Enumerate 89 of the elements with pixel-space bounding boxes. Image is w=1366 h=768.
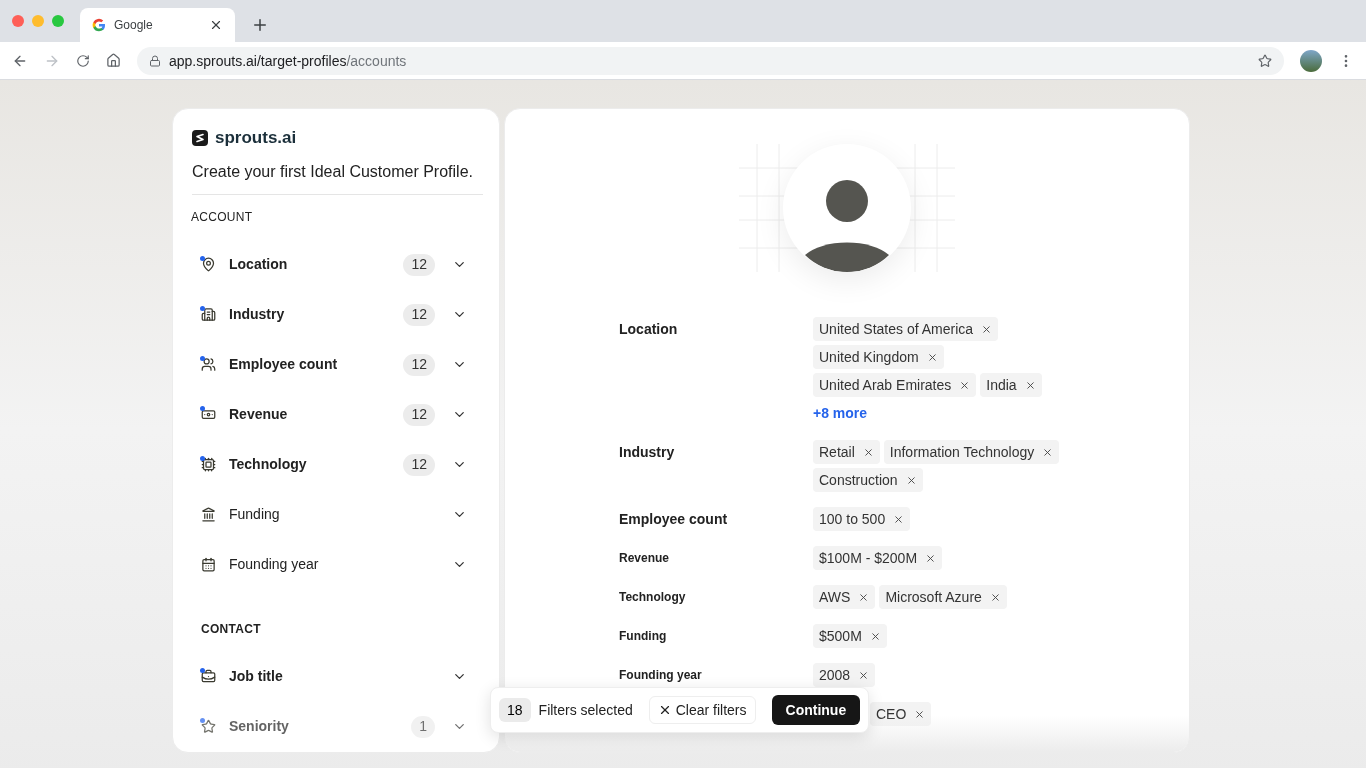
building-icon [201, 306, 216, 322]
bookmark-star-icon[interactable] [1258, 53, 1272, 68]
chip-text: United States of America [819, 319, 974, 339]
people-icon [201, 356, 216, 372]
star-icon [201, 718, 216, 734]
chip-text: Retail [819, 442, 855, 462]
chip-text: India [986, 375, 1017, 395]
profile-avatar[interactable] [1300, 49, 1322, 72]
remove-icon[interactable] [858, 669, 870, 681]
filter-item[interactable]: Industry 12 [191, 289, 485, 340]
chip-text: 100 to 500 [819, 509, 886, 529]
filter-row-label: Funding [619, 628, 667, 645]
remove-icon[interactable] [862, 446, 874, 458]
remove-icon[interactable] [981, 323, 993, 335]
filter-row-label: Location [619, 319, 678, 339]
filter-label: Seniority [229, 717, 290, 736]
count-badge: 1 [411, 715, 435, 738]
url-text: app.sprouts.ai/target-profiles/accounts [169, 51, 408, 71]
calendar-icon [201, 556, 216, 572]
remove-icon[interactable] [905, 474, 917, 486]
remove-icon[interactable] [858, 591, 870, 603]
filter-label: Revenue [229, 405, 289, 424]
remove-icon[interactable] [914, 708, 926, 720]
count-badge: 12 [403, 303, 435, 326]
lock-icon [149, 54, 161, 67]
filter-label: Job title [229, 667, 284, 686]
filter-label: Industry [229, 305, 286, 324]
filter-label: Technology [229, 455, 308, 474]
filter-row-label: Founding year [619, 667, 702, 684]
chip-text: Construction [819, 470, 898, 490]
section-title: CONTACT [201, 620, 262, 637]
address-bar[interactable]: app.sprouts.ai/target-profiles/accounts [137, 46, 1284, 75]
selection-text: Filters selected [538, 700, 633, 720]
remove-icon[interactable] [925, 552, 937, 564]
filter-item[interactable]: Job title [191, 651, 485, 702]
filter-label: Founding year [229, 555, 320, 574]
filter-item[interactable]: Location 12 [191, 239, 485, 290]
brand-logo-icon [192, 129, 208, 146]
browser-tab[interactable]: Google [80, 8, 235, 42]
chip-text: $100M - $200M [819, 548, 918, 568]
filter-item[interactable]: Seniority 1 [191, 701, 485, 752]
close-tab-icon[interactable] [209, 18, 223, 32]
briefcase-icon [201, 668, 216, 684]
chip-icon [201, 456, 216, 472]
remove-icon[interactable] [1024, 379, 1036, 391]
remove-icon[interactable] [893, 513, 905, 525]
brand-name: sprouts.ai [215, 127, 297, 149]
filter-label: Employee count [229, 355, 339, 374]
chip-text: AWS [819, 587, 851, 607]
chip-text: United Kingdom [819, 347, 919, 367]
chip-text: Information Technology [889, 442, 1035, 462]
section-title: ACCOUNT [191, 208, 254, 225]
remove-icon[interactable] [869, 630, 881, 642]
filter-label: Funding [229, 505, 281, 524]
filter-row-label: Employee count [619, 509, 728, 529]
remove-icon[interactable] [959, 379, 971, 391]
count-badge: 12 [403, 253, 435, 276]
filter-item[interactable]: Technology 12 [191, 439, 485, 490]
reload-icon[interactable] [76, 53, 90, 68]
filter-row-label: Industry [619, 442, 675, 462]
continue-button[interactable]: Continue [771, 695, 861, 725]
remove-icon[interactable] [926, 351, 938, 363]
chip-text: Microsoft Azure [885, 587, 982, 607]
google-logo-icon [92, 18, 106, 32]
more-link[interactable]: +8 more [813, 401, 1073, 425]
remove-icon[interactable] [989, 591, 1001, 603]
home-icon[interactable] [106, 53, 121, 68]
filter-row-label: Revenue [619, 550, 670, 567]
count-badge: 18 [499, 698, 531, 722]
remove-icon[interactable] [1042, 446, 1054, 458]
filter-item[interactable]: Founding year [191, 539, 485, 590]
tab-title: Google [114, 17, 154, 33]
map-pin-icon [201, 256, 216, 272]
clear-filters-button[interactable]: Clear filters [648, 696, 756, 724]
chip-text: $500M [819, 626, 862, 646]
chip-text: 2008 [819, 665, 851, 685]
count-badge: 12 [403, 403, 435, 426]
count-badge: 12 [403, 353, 435, 376]
count-badge: 12 [403, 453, 435, 476]
filter-item[interactable]: Employee count 12 [191, 339, 485, 390]
chip-text: United Arab Emirates [819, 375, 952, 395]
chip-text: CEO [876, 704, 907, 724]
filter-item[interactable]: Funding [191, 489, 485, 540]
bank-icon [201, 506, 216, 522]
filter-item[interactable]: Revenue 12 [191, 389, 485, 440]
sidebar-heading: Create your first Ideal Customer Profile. [192, 159, 483, 195]
filter-row-label: Technology [619, 589, 686, 606]
new-tab-icon[interactable] [251, 16, 269, 34]
filter-label: Location [229, 255, 289, 274]
